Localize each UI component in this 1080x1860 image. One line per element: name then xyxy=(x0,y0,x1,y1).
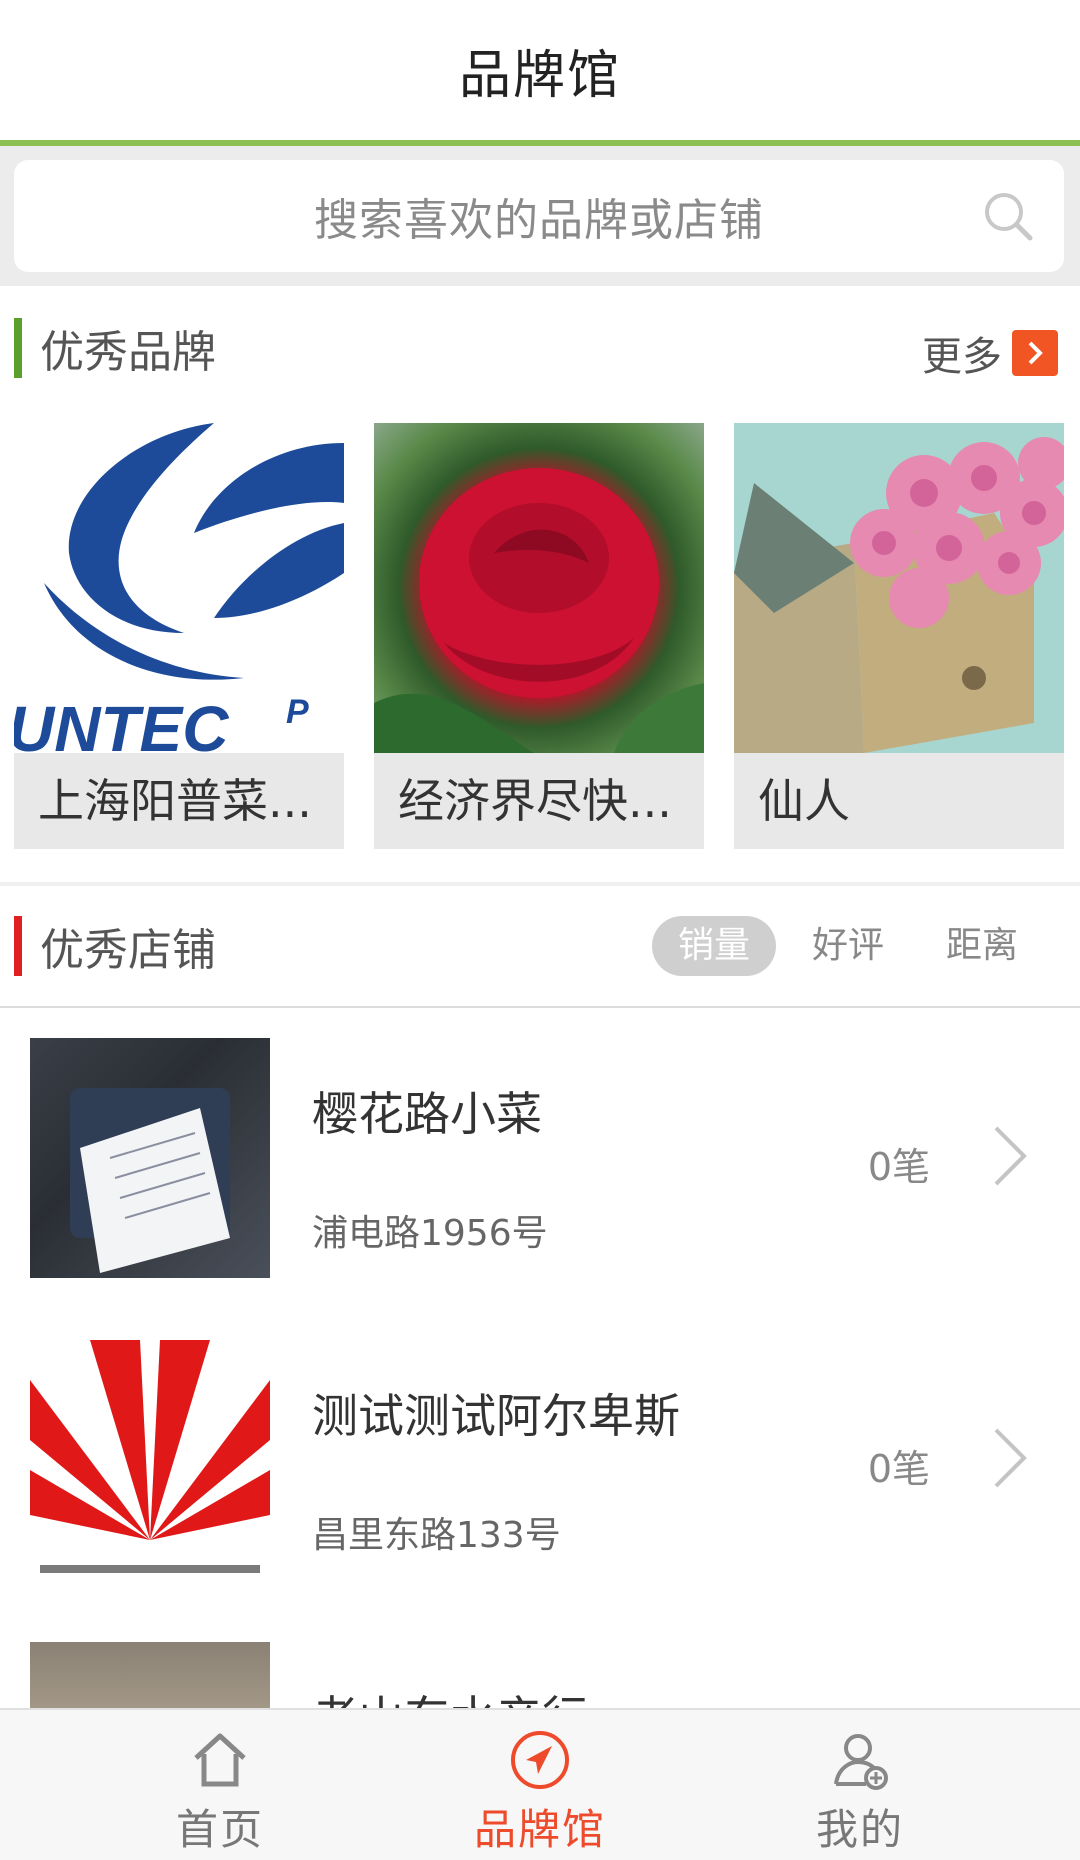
brand-card[interactable]: 仙人 xyxy=(734,423,1064,849)
shops-header: 优秀店铺 销量 好评 距离 xyxy=(0,886,1080,1008)
bottom-tab-bar: 首页 品牌馆 我的 xyxy=(0,1708,1080,1860)
brand-flower-box-image xyxy=(734,423,1064,753)
home-icon xyxy=(194,1733,246,1787)
shop-name: 测试测试阿尔卑斯 xyxy=(312,1389,680,1443)
sort-tab-rating[interactable]: 好评 xyxy=(786,916,910,976)
user-icon xyxy=(834,1734,888,1790)
brands-header: 优秀品牌 更多 xyxy=(0,286,1080,410)
shop-list-item[interactable]: 樱花路小菜 浦电路1956号 0笔 xyxy=(0,1008,1080,1312)
tab-mine[interactable]: 我的 xyxy=(710,1710,1010,1860)
brand-rose-image xyxy=(374,423,704,753)
shop-sales-count: 0笔 xyxy=(867,1447,930,1491)
chevron-right-icon xyxy=(994,1126,1027,1186)
shop-thumbnail xyxy=(30,1038,270,1278)
search-input[interactable]: 搜索喜欢的品牌或店铺 xyxy=(14,160,1064,272)
brand-logo-text-suffix: P xyxy=(286,693,309,731)
brand-card[interactable]: 经济界尽快... xyxy=(374,423,704,849)
chevron-right-icon xyxy=(1012,330,1058,376)
brand-name: 上海阳普菜... xyxy=(38,774,312,828)
page-title: 品牌馆 xyxy=(458,45,621,106)
tab-brand-hall[interactable]: 品牌馆 xyxy=(390,1710,690,1860)
chevron-right-icon xyxy=(994,1428,1027,1488)
section-accent-bar xyxy=(14,318,22,378)
featured-brands-section: 优秀品牌 更多 UNTEC P 上海阳普菜... 经济界尽快... 仙人 xyxy=(0,286,1080,882)
search-bar: 搜索喜欢的品牌或店铺 xyxy=(0,146,1080,286)
brands-section-title: 优秀品牌 xyxy=(40,327,216,378)
compass-icon xyxy=(511,1731,569,1789)
shop-address: 浦电路1956号 xyxy=(312,1213,548,1254)
shop-address: 昌里东路133号 xyxy=(312,1515,561,1556)
sort-tabs: 销量 好评 距离 xyxy=(642,916,1044,976)
shop-list-item[interactable]: 测试测试阿尔卑斯 昌里东路133号 0笔 xyxy=(0,1310,1080,1614)
shops-section-title: 优秀店铺 xyxy=(40,925,216,976)
app-header: 品牌馆 xyxy=(0,0,1080,146)
search-icon[interactable] xyxy=(982,190,1034,242)
search-placeholder: 搜索喜欢的品牌或店铺 xyxy=(314,195,764,246)
brand-logo-text: UNTEC xyxy=(14,693,229,753)
section-accent-bar xyxy=(14,916,22,976)
sort-tab-distance[interactable]: 距离 xyxy=(920,916,1044,976)
shop-sales-count: 0笔 xyxy=(867,1145,930,1189)
more-label: 更多 xyxy=(922,334,1002,380)
sort-tab-sales[interactable]: 销量 xyxy=(651,916,776,976)
shop-name: 樱花路小菜 xyxy=(312,1087,542,1141)
brand-name: 仙人 xyxy=(758,774,850,828)
brand-logo-image: UNTEC P xyxy=(14,423,344,753)
tab-mine-label: 我的 xyxy=(815,1805,904,1854)
page: 品牌馆 搜索喜欢的品牌或店铺 优秀品牌 更多 UNTEC P 上海阳普菜... … xyxy=(0,0,1080,1860)
brand-card[interactable]: UNTEC P 上海阳普菜... xyxy=(14,423,344,849)
tab-home[interactable]: 首页 xyxy=(70,1710,370,1860)
shop-thumbnail xyxy=(30,1340,270,1580)
brand-name: 经济界尽快... xyxy=(398,774,672,828)
tab-home-label: 首页 xyxy=(175,1805,264,1854)
more-brands-link[interactable]: 更多 xyxy=(922,324,1058,382)
tab-brand-hall-label: 品牌馆 xyxy=(473,1805,606,1854)
